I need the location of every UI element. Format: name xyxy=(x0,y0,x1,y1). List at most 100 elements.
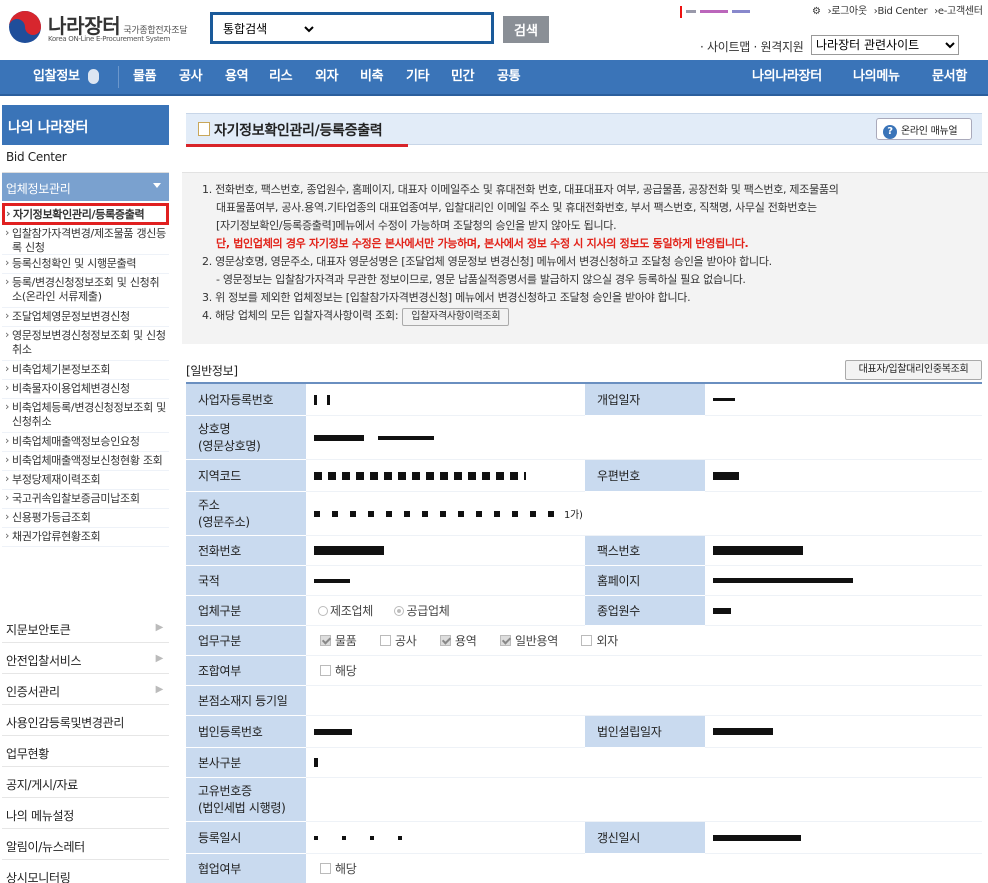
nav-item-document-box[interactable]: 문서함 xyxy=(932,60,967,94)
sidebar-item-bid-center[interactable]: Bid Center xyxy=(2,145,169,173)
company-info-table: 사업자등록번호 개업일자 상호명 (영문상호명) 지역코드 우편번호 주소 (영문주… xyxy=(186,382,982,883)
value-fax xyxy=(705,535,982,566)
sidebar-sub-item[interactable]: 비축물자이용업체변경신청 xyxy=(2,380,169,399)
sidebar-sub-item[interactable]: 국고귀속입찰보증금미납조회 xyxy=(2,490,169,509)
logo-subtitle: Korea ON-Line E-Procurement System xyxy=(48,35,170,43)
table-row: 주소 (영문주소) 1가) xyxy=(186,491,982,536)
sidebar-item-menu-settings[interactable]: 나의 메뉴설정 xyxy=(2,798,169,829)
value-hq-registration xyxy=(306,685,982,716)
checkbox-union[interactable] xyxy=(320,664,331,676)
nav-item-foreign[interactable]: 외자 xyxy=(315,60,339,94)
label-employees: 종업원수 xyxy=(585,595,705,626)
sidebar-item-safe-bid[interactable]: 안전입찰서비스 ▶ xyxy=(2,643,169,674)
nav-item-bid-info[interactable]: 입찰정보 xyxy=(33,60,99,94)
sidebar-sub-item[interactable]: 조달업체영문정보변경신청 xyxy=(2,308,169,327)
sidebar-sub-list: 자기정보확인관리/등록증출력 입찰참가자격변경/제조물품 갱신등록 신청 등록신… xyxy=(2,203,169,547)
nav-item-service[interactable]: 용역 xyxy=(225,60,249,94)
notice-line-text: 4. 해당 업체의 모든 입찰자격사항이력 조회: xyxy=(202,309,399,322)
logout-link[interactable]: ›로그아웃 xyxy=(828,6,868,17)
value-cooperation: 해당 xyxy=(306,853,982,883)
search-scope-select[interactable]: 통합검색 xyxy=(219,19,317,39)
nav-item-etc[interactable]: 기타 xyxy=(406,60,430,94)
chevron-right-icon: ▶ xyxy=(155,653,164,664)
rep-duplicate-check-button[interactable]: 대표자/입찰대리인중복조회 xyxy=(845,360,982,380)
radio-manufacturer[interactable] xyxy=(318,605,328,616)
value-unique-no xyxy=(306,777,982,822)
online-manual-button[interactable]: ? 온라인 매뉴얼 xyxy=(876,118,972,140)
label-zip: 우편번호 xyxy=(585,459,705,492)
sidebar-item-notice[interactable]: 공지/게시/자료 xyxy=(2,767,169,798)
label-corp-date: 법인설립일자 xyxy=(585,715,705,748)
main-nav: 입찰정보 물품 공사 용역 리스 외자 비축 기타 민간 공통 나의나라장터 나… xyxy=(0,60,988,96)
sidebar-sub-item[interactable]: 채권가압류현황조회 xyxy=(2,528,169,547)
checkbox-construction[interactable] xyxy=(380,634,391,646)
sidebar-sub-item[interactable]: 부정당제재이력조회 xyxy=(2,471,169,490)
value-hq-division xyxy=(306,747,982,778)
nav-item-construction[interactable]: 공사 xyxy=(179,60,203,94)
sidebar-sub-item[interactable]: 등록신청확인 및 시행문출력 xyxy=(2,255,169,274)
nav-item-common[interactable]: 공통 xyxy=(497,60,521,94)
search-button[interactable]: 검색 xyxy=(503,16,549,43)
sidebar-item-work-status[interactable]: 업무현황 xyxy=(2,736,169,767)
value-open-date xyxy=(705,383,982,416)
sidebar-sub-item[interactable]: 입찰참가자격변경/제조물품 갱신등록 신청 xyxy=(2,225,169,255)
nav-item-private[interactable]: 민간 xyxy=(451,60,475,94)
sidebar-sub-item[interactable]: 비축업체등록/변경신청정보조회 및 신청취소 xyxy=(2,399,169,433)
table-row: 조합여부 해당 xyxy=(186,655,982,686)
sidebar-item-fingerprint-token[interactable]: 지문보안토큰 ▶ xyxy=(2,612,169,643)
label-biz-type: 업체구분 xyxy=(186,595,306,626)
label-hq-registration: 본점소재지 등기일 xyxy=(186,685,306,716)
value-work-type: 물품 공사 용역 일반용역 외자 xyxy=(306,625,982,656)
nav-item-lease[interactable]: 리스 xyxy=(269,60,293,94)
gear-icon[interactable]: ⚙ xyxy=(812,6,821,17)
sidebar-item-monitoring[interactable]: 상시모니터링 xyxy=(2,860,169,883)
help-icon: ? xyxy=(883,125,897,139)
nav-item-my-narajangteo[interactable]: 나의나라장터 xyxy=(752,60,822,94)
value-nationality xyxy=(306,565,585,596)
value-company-name xyxy=(306,415,982,460)
radio-supplier[interactable] xyxy=(394,605,405,616)
checkbox-goods[interactable] xyxy=(320,634,331,646)
sitemap-links[interactable]: · 사이트맵 · 원격지원 xyxy=(700,38,804,55)
sidebar-sub-item[interactable]: 영문정보변경신청정보조회 및 신청취소 xyxy=(2,327,169,361)
sidebar-group-label: 업체정보관리 xyxy=(6,182,71,196)
table-row: 상호명 (영문상호명) xyxy=(186,415,982,460)
value-corp-no xyxy=(306,715,585,748)
nav-item-my-menu[interactable]: 나의메뉴 xyxy=(853,60,900,94)
label-cooperation: 협업여부 xyxy=(186,853,306,883)
checkbox-general-service[interactable] xyxy=(500,634,511,646)
chevron-down-icon xyxy=(153,183,161,188)
notice-line: [자기정보확인/등록증출력]메뉴에서 수정이 가능하며 조달청의 승인을 받지 … xyxy=(216,219,617,232)
notice-line-warning: 단, 법인업체의 경우 자기정보 수정은 본사에서만 가능하며, 본사에서 정보… xyxy=(216,237,749,250)
table-row: 국적 홈페이지 xyxy=(186,565,982,596)
sidebar-sub-item-self-info[interactable]: 자기정보확인관리/등록증출력 xyxy=(2,203,169,225)
sidebar-sub-item[interactable]: 비축업체기본정보조회 xyxy=(2,361,169,380)
sidebar-item-seal[interactable]: 사용인감등록및변경관리 xyxy=(2,705,169,736)
nav-item-goods[interactable]: 물품 xyxy=(133,60,157,94)
table-row: 전화번호 팩스번호 xyxy=(186,535,982,566)
checkbox-cooperation[interactable] xyxy=(320,862,331,874)
related-sites-select[interactable]: 나라장터 관련사이트 xyxy=(811,35,959,55)
sidebar-sub-item[interactable]: 신용평가등급조회 xyxy=(2,509,169,528)
sidebar-group-company-info[interactable]: 업체정보관리 xyxy=(2,173,169,201)
checkbox-foreign[interactable] xyxy=(581,634,593,646)
sidebar-sub-item[interactable]: 비축업체매출액정보승인요청 xyxy=(2,433,169,452)
mouse-icon xyxy=(87,69,99,84)
sidebar-sub-item[interactable]: 비축업체매출액정보신청현황 조회 xyxy=(2,452,169,471)
checkbox-service[interactable] xyxy=(440,634,451,646)
label-company-name: 상호명 (영문상호명) xyxy=(186,415,306,460)
customer-center-link[interactable]: ›e-고객센터 xyxy=(934,6,983,17)
notice-line: 3. 위 정보를 제외한 업체정보는 [입찰참가자격변경신청] 메뉴에서 변경신… xyxy=(202,291,691,304)
chevron-right-icon: ▶ xyxy=(155,622,164,633)
sidebar-item-newsletter[interactable]: 알림이/뉴스레터 xyxy=(2,829,169,860)
logo-taegeuk-icon[interactable] xyxy=(8,10,42,44)
sidebar-sub-item[interactable]: 등록/변경신청정보조회 및 신청취소(온라인 서류제출) xyxy=(2,274,169,308)
nav-item-stockpile[interactable]: 비축 xyxy=(360,60,384,94)
table-row: 법인등록번호 법인설립일자 xyxy=(186,715,982,748)
bid-center-link[interactable]: ›Bid Center xyxy=(874,6,928,17)
util-links: ⚙ ›로그아웃 ›Bid Center ›e-고객센터 xyxy=(808,2,983,17)
notice-line: 2. 영문상호명, 영문주소, 대표자 영문성명은 [조달업체 영문정보 변경신… xyxy=(202,255,772,268)
sidebar-item-certificate[interactable]: 인증서관리 ▶ xyxy=(2,674,169,705)
bid-history-button[interactable]: 입찰자격사항이력조회 xyxy=(402,308,510,326)
label-corp-no: 법인등록번호 xyxy=(186,715,306,748)
